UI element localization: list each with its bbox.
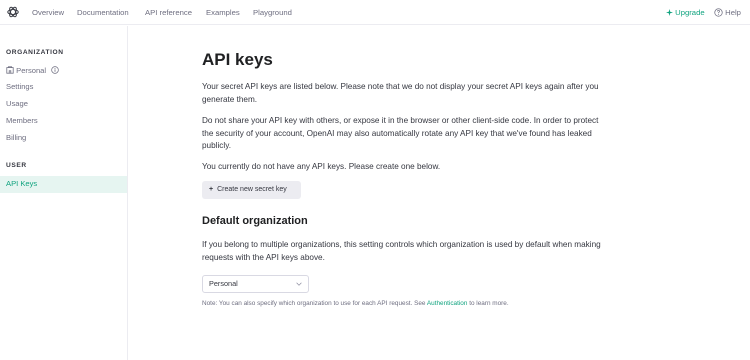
security-paragraph: Do not share your API key with others, o…: [202, 116, 599, 150]
select-value: Personal: [209, 279, 238, 288]
upgrade-label: Upgrade: [675, 8, 705, 17]
organization-select[interactable]: Personal: [202, 275, 309, 293]
help-circle-icon: [714, 8, 723, 18]
nav-overview[interactable]: Overview: [32, 0, 64, 25]
sidebar-section-user: USER: [6, 162, 27, 169]
default-organization-heading: Default organization: [202, 215, 308, 227]
upgrade-button[interactable]: Upgrade: [666, 0, 705, 25]
top-navigation-bar: Overview Documentation API reference Exa…: [0, 0, 750, 25]
plus-icon: +: [209, 186, 214, 193]
building-icon: [6, 66, 14, 74]
note-prefix: Note: You can also specify which organiz…: [202, 300, 426, 307]
help-label: Help: [725, 8, 741, 17]
sidebar-item-personal[interactable]: Personal: [6, 66, 59, 75]
nav-examples[interactable]: Examples: [206, 0, 240, 25]
sidebar-item-label: Personal: [16, 66, 47, 75]
nav-documentation[interactable]: Documentation: [77, 0, 129, 25]
intro-paragraph: Your secret API keys are listed below. P…: [202, 82, 599, 104]
nav-api-reference[interactable]: API reference: [145, 0, 192, 25]
sidebar-item-label: API Keys: [6, 179, 38, 188]
sidebar-section-organization: ORGANIZATION: [6, 49, 64, 56]
authentication-link[interactable]: Authentication: [427, 300, 468, 307]
help-button[interactable]: Help: [714, 0, 741, 25]
chevron-down-icon: [296, 282, 302, 286]
page-title: API keys: [202, 50, 273, 69]
no-keys-message: You currently do not have any API keys. …: [202, 162, 441, 171]
create-button-label: Create new secret key: [217, 186, 287, 193]
sidebar-item-usage[interactable]: Usage: [6, 99, 28, 108]
nav-playground[interactable]: Playground: [253, 0, 292, 25]
sidebar-item-members[interactable]: Members: [6, 116, 38, 125]
organization-note: Note: You can also specify which organiz…: [202, 300, 509, 307]
openai-logo-icon[interactable]: [6, 5, 20, 19]
sparkle-icon: [666, 9, 673, 17]
note-suffix: to learn more.: [469, 300, 509, 307]
sidebar: ORGANIZATION Personal Settings Usage Mem…: [0, 26, 128, 360]
sidebar-item-api-keys[interactable]: API Keys: [0, 176, 127, 193]
sidebar-item-billing[interactable]: Billing: [6, 133, 26, 142]
create-secret-key-button[interactable]: + Create new secret key: [202, 181, 301, 199]
sidebar-item-settings[interactable]: Settings: [6, 82, 33, 91]
info-icon[interactable]: [51, 66, 59, 74]
default-organization-description: If you belong to multiple organizations,…: [202, 240, 601, 262]
